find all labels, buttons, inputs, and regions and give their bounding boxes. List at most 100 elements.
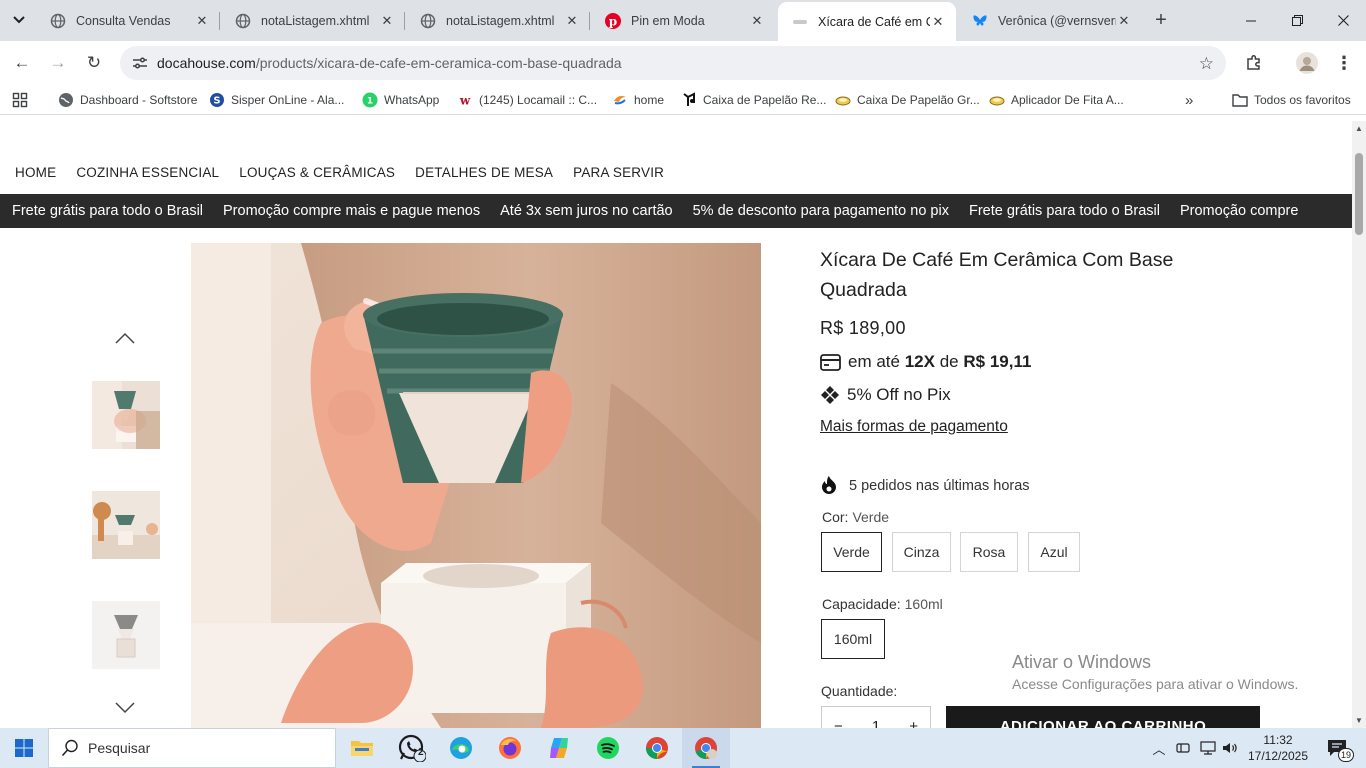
nav-item-loucas-ceramicas[interactable]: LOUÇAS & CERÂMICAS (239, 165, 395, 180)
tab-nota-listagem-1[interactable]: notaListagem.xhtml ✕ (221, 0, 405, 41)
product-thumbnail[interactable] (92, 491, 160, 559)
edge-app[interactable] (437, 728, 485, 768)
restore-button[interactable] (1274, 0, 1320, 41)
site-info-icon[interactable] (132, 56, 148, 70)
minimize-button[interactable] (1228, 0, 1274, 41)
folder-icon (351, 741, 373, 756)
bookmark-locamail[interactable]: w (1245) Locamail :: C... (457, 91, 597, 109)
bookmark-dashboard-softstore[interactable]: Dashboard - Softstore (58, 91, 197, 109)
web-page: HOME COZINHA ESSENCIAL LOUÇAS & CERÂMICA… (0, 121, 1352, 728)
tab-separator (404, 12, 405, 30)
page-scrollbar[interactable]: ▲ ▼ (1352, 121, 1366, 728)
caixa-icon (681, 92, 697, 108)
tab-xicara-de-cafe[interactable]: Xícara de Café em Ce ✕ (778, 2, 956, 41)
quantity-value[interactable]: 1 (872, 718, 880, 729)
new-tab-button[interactable]: + (1150, 9, 1172, 31)
promo-item: Promoção compre mais e pague menos (223, 203, 481, 219)
color-option-cinza[interactable]: Cinza (892, 532, 951, 572)
more-payment-link[interactable]: Mais formas de pagamento (820, 418, 1008, 436)
close-tab-icon[interactable]: ✕ (564, 13, 580, 29)
start-button[interactable] (0, 728, 48, 768)
pinterest-icon: p (605, 12, 621, 29)
bookmark-sisper[interactable]: S Sisper OnLine - Ala... (209, 91, 344, 109)
add-to-cart-button[interactable]: ADICIONAR AO CARRINHO (946, 706, 1260, 728)
chevron-down-icon (115, 702, 135, 714)
system-clock[interactable]: 11:32 17/12/2025 (1240, 732, 1316, 764)
forward-button[interactable]: → (44, 49, 72, 77)
close-tab-icon[interactable]: ✕ (749, 13, 765, 29)
tab-pin-em-moda[interactable]: p Pin em Moda ✕ (591, 0, 775, 41)
file-explorer-app[interactable] (338, 728, 386, 768)
taskbar-search-box[interactable]: Pesquisar (48, 728, 336, 768)
chrome-app[interactable] (633, 728, 681, 768)
firefox-app[interactable] (486, 728, 534, 768)
bookmark-aplicador-fita[interactable]: Aplicador De Fita A... (989, 91, 1124, 109)
bookmark-caixa-papelao-re[interactable]: Caixa de Papelão Re... (681, 91, 826, 109)
promo-item: Frete grátis para todo o Brasil (12, 203, 204, 219)
close-icon (1337, 15, 1349, 26)
profile-avatar[interactable] (1295, 51, 1319, 75)
close-tab-icon[interactable]: ✕ (930, 14, 946, 30)
tab-veronica[interactable]: Verônica (@vernsverr ✕ (958, 0, 1142, 41)
close-tab-icon[interactable]: ✕ (379, 13, 395, 29)
close-window-button[interactable] (1320, 0, 1366, 41)
close-tab-icon[interactable]: ✕ (194, 13, 210, 29)
tab-title: notaListagem.xhtml (446, 13, 555, 28)
bookmark-label: (1245) Locamail :: C... (479, 93, 598, 107)
bookmark-caixa-papelao-gr[interactable]: Caixa De Papelão Gr... (835, 91, 980, 109)
bookmark-home[interactable]: home (612, 91, 664, 109)
copilot-app[interactable] (535, 728, 583, 768)
box-icon (835, 92, 851, 108)
quantity-decrease-button[interactable]: − (834, 718, 843, 729)
tab-nota-listagem-2[interactable]: notaListagem.xhtml ✕ (406, 0, 590, 41)
chrome-menu-icon[interactable]: ⋮ (1332, 51, 1356, 75)
product-thumbnail[interactable] (92, 601, 160, 669)
back-button[interactable]: ← (8, 49, 36, 77)
nav-item-cozinha-essencial[interactable]: COZINHA ESSENCIAL (76, 165, 219, 180)
close-tab-icon[interactable]: ✕ (1116, 13, 1132, 29)
color-option-verde[interactable]: Verde (821, 532, 882, 572)
scroll-up-arrow-icon[interactable]: ▲ (1355, 124, 1363, 133)
nav-item-detalhes-de-mesa[interactable]: DETALHES DE MESA (415, 165, 553, 180)
thumbnails-up-button[interactable] (114, 331, 136, 349)
docahouse-icon (792, 14, 808, 30)
network-icon[interactable] (1198, 728, 1218, 768)
tab-consulta-vendas[interactable]: Consulta Vendas ✕ (36, 0, 220, 41)
restore-icon (1291, 15, 1303, 26)
all-bookmarks-folder[interactable]: Todos os favoritos (1232, 91, 1351, 109)
quantity-increase-button[interactable]: + (909, 718, 918, 729)
meet-now-icon[interactable] (1174, 728, 1192, 768)
capacity-selected-value: 160ml (904, 596, 943, 612)
whatsapp-app[interactable]: 2 (388, 728, 436, 768)
chrome-profile-app-active[interactable] (682, 728, 730, 768)
color-option-azul[interactable]: Azul (1028, 532, 1080, 572)
scrollbar-thumb[interactable] (1355, 153, 1363, 235)
apps-grid-icon[interactable] (12, 91, 28, 109)
tab-search-button[interactable] (6, 8, 32, 32)
svg-text:1: 1 (367, 97, 373, 107)
all-bookmarks-label: Todos os favoritos (1254, 93, 1351, 107)
spotify-app[interactable] (584, 728, 632, 768)
more-bookmarks-button[interactable]: » (1185, 91, 1193, 109)
nav-item-para-servir[interactable]: PARA SERVIR (573, 165, 664, 180)
globe-icon (58, 92, 74, 108)
arrow-right-icon: → (49, 53, 67, 72)
bookmark-star-icon[interactable]: ☆ (1199, 54, 1214, 74)
bookmark-whatsapp[interactable]: 1 WhatsApp (362, 91, 439, 109)
capacity-option-160ml[interactable]: 160ml (821, 619, 885, 659)
notification-center-button[interactable]: 19 (1322, 728, 1354, 768)
reload-button[interactable]: ↻ (80, 49, 108, 77)
activation-title: Ativar o Windows (1012, 652, 1152, 672)
quantity-label: Quantidade: (821, 683, 898, 699)
product-thumbnail[interactable] (92, 381, 160, 449)
color-option-rosa[interactable]: Rosa (960, 532, 1018, 572)
nav-item-home[interactable]: HOME (15, 165, 56, 180)
color-label: Cor: Verde (822, 509, 889, 525)
address-bar[interactable]: docahouse.com/products/xicara-de-cafe-em… (120, 46, 1226, 80)
extensions-icon[interactable] (1242, 51, 1266, 75)
scroll-down-arrow-icon[interactable]: ▼ (1355, 716, 1363, 725)
thumbnails-down-button[interactable] (114, 701, 136, 719)
volume-icon[interactable] (1220, 728, 1240, 768)
tray-overflow-button[interactable]: ︿ (1150, 728, 1168, 768)
product-main-image[interactable] (191, 243, 761, 728)
